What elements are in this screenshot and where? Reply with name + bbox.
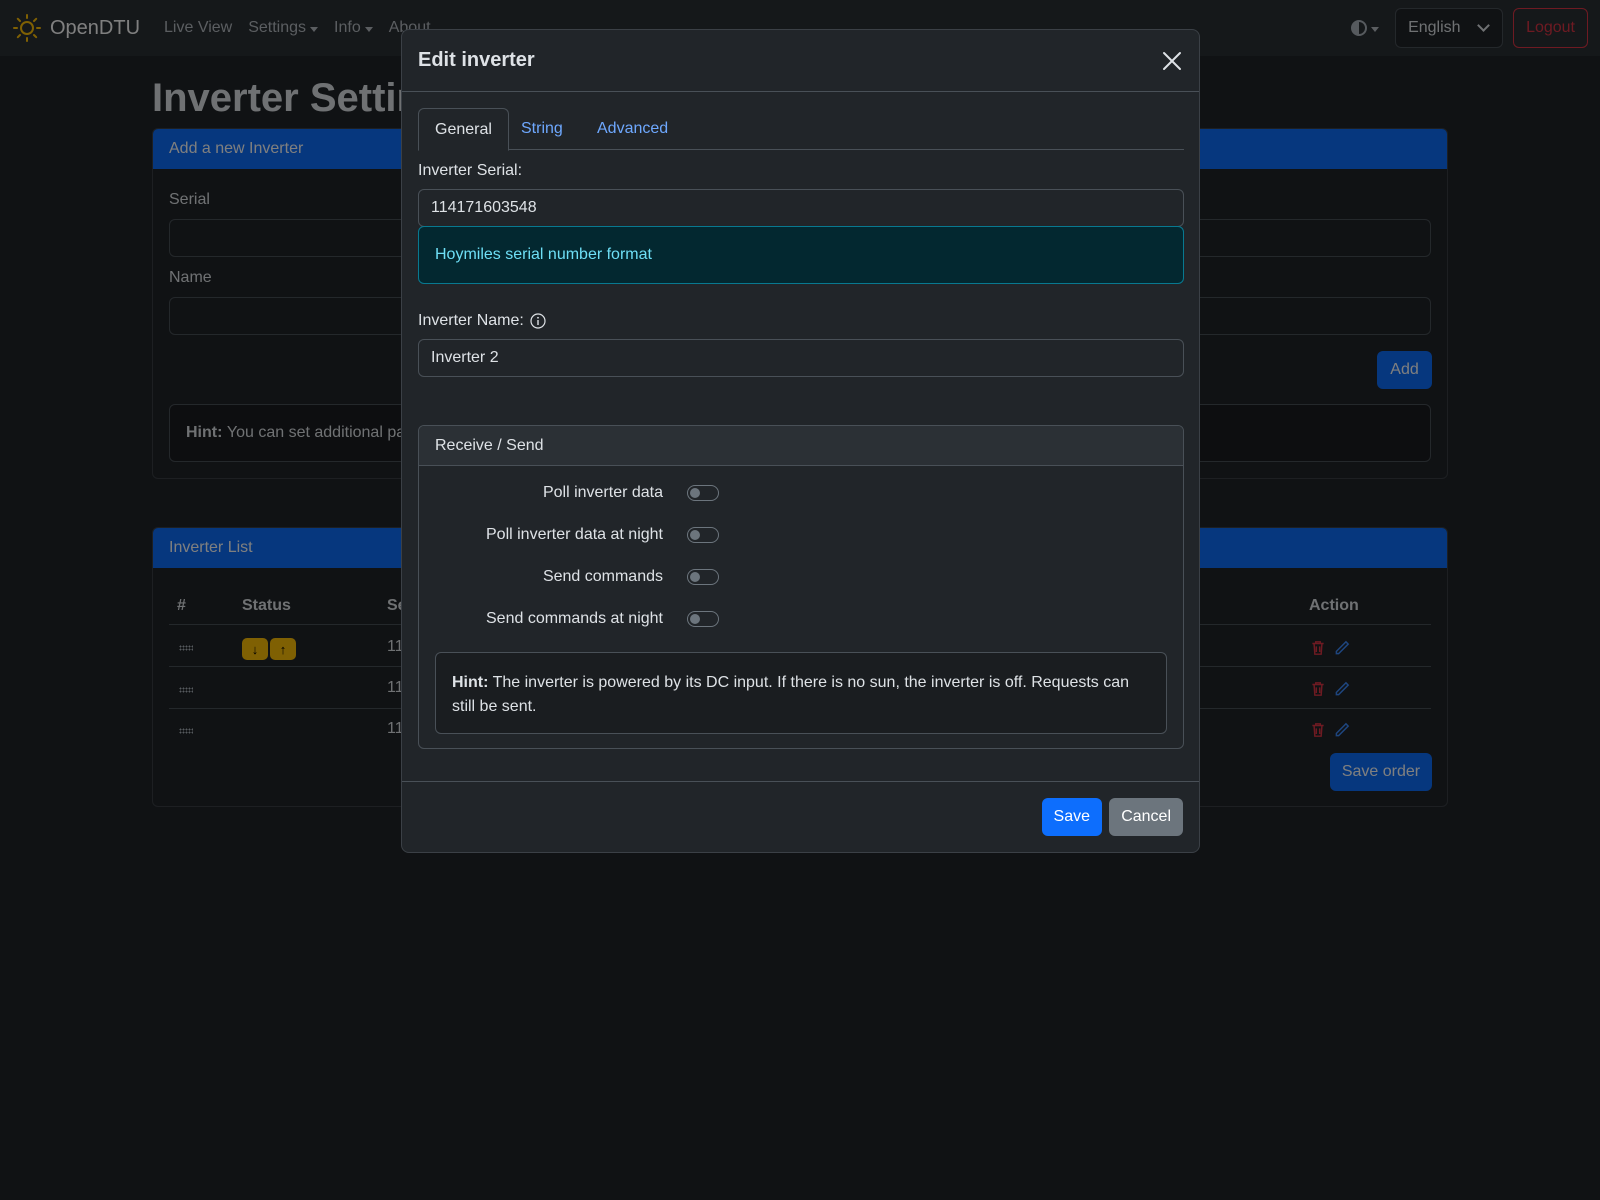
modal-footer: Save Cancel	[402, 781, 1199, 852]
modal-title: Edit inverter	[418, 49, 535, 71]
switch-row-poll: Poll inverter data	[419, 482, 1183, 504]
hint-text: The inverter is powered by its DC input.…	[452, 674, 1130, 715]
send-night-switch[interactable]	[687, 611, 719, 627]
switch-row-send: Send commands	[419, 566, 1183, 588]
cancel-button[interactable]: Cancel	[1109, 798, 1183, 836]
inverter-name-label: Inverter Name:	[418, 312, 546, 330]
poll-inverter-data-switch[interactable]	[687, 485, 719, 501]
send-commands-label: Send commands	[542, 568, 663, 585]
save-button[interactable]: Save	[1041, 798, 1102, 836]
modal-header: Edit inverter	[402, 30, 1199, 92]
serial-format-alert: Hoymiles serial number format	[418, 226, 1184, 284]
send-commands-switch[interactable]	[687, 569, 719, 585]
poll-inverter-data-label: Poll inverter data	[542, 484, 663, 501]
tab-advanced[interactable]: Advanced	[581, 108, 684, 150]
poll-night-switch[interactable]	[687, 527, 719, 543]
inverter-serial-label-text: Inverter Serial:	[418, 162, 523, 179]
close-button[interactable]	[1161, 50, 1183, 72]
receive-send-card: Receive / Send Poll inverter data Poll i…	[418, 425, 1184, 749]
modal-tabs: General String Advanced	[418, 108, 1184, 151]
info-circle-icon[interactable]	[530, 313, 546, 329]
tab-string[interactable]: String	[505, 108, 579, 150]
inverter-serial-input[interactable]	[418, 189, 1184, 227]
inverter-serial-label: Inverter Serial:	[418, 162, 522, 180]
poll-night-label: Poll inverter data at night	[486, 526, 663, 543]
hint-bold: Hint:	[452, 674, 489, 691]
inverter-name-input[interactable]	[418, 339, 1184, 377]
edit-inverter-modal: Edit inverter General String Advanced In…	[401, 29, 1200, 853]
switch-row-poll-night: Poll inverter data at night	[419, 524, 1183, 546]
receive-send-header: Receive / Send	[419, 426, 1183, 466]
inverter-name-label-text: Inverter Name:	[418, 312, 524, 329]
send-night-label: Send commands at night	[486, 610, 663, 627]
close-icon	[1163, 52, 1181, 70]
tab-general[interactable]: General	[418, 108, 509, 151]
switch-row-send-night: Send commands at night	[419, 608, 1183, 630]
receive-send-hint: Hint: The inverter is powered by its DC …	[435, 652, 1167, 734]
